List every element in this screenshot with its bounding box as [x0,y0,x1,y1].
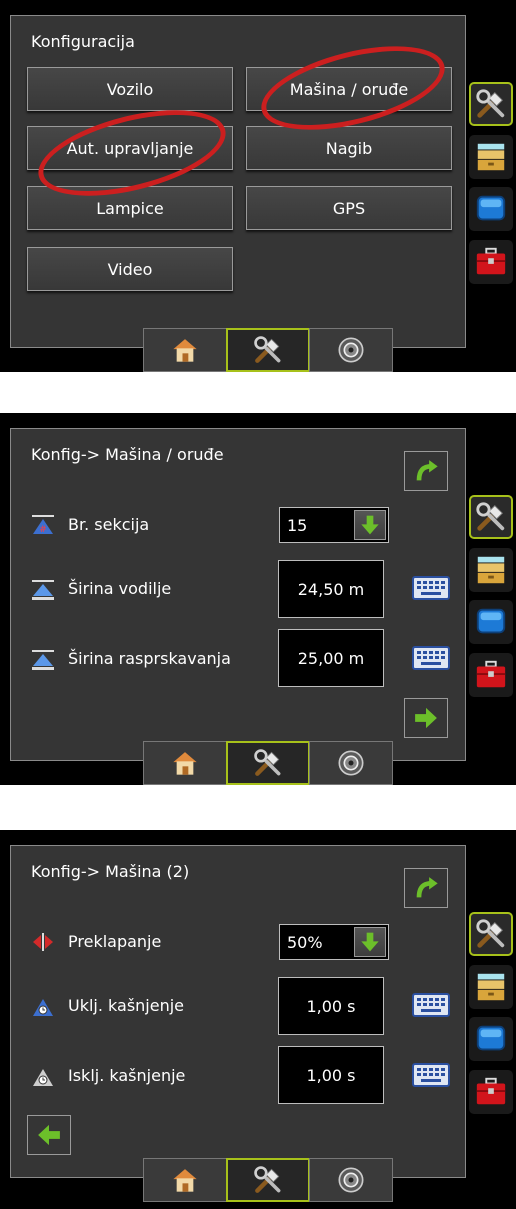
tools-icon [252,747,284,779]
sections-dropdown[interactable]: 15 [279,507,389,543]
bottom-tabs [143,1158,393,1202]
dropdown-arrow-button[interactable] [354,510,386,540]
right-sidebar [466,413,516,785]
screen-tab[interactable] [469,187,513,231]
keyboard-icon[interactable] [412,993,450,1017]
overlap-dropdown[interactable]: 50% [279,924,389,960]
guidance-tab[interactable] [309,741,393,785]
storage-icon [474,553,508,587]
setup-tab[interactable] [226,1158,310,1202]
machine-config-2-panel: Konfig-> Mašina (2) Preklapanje 50% Uklj… [10,845,466,1178]
toolbox-icon [474,245,508,279]
home-tab[interactable] [143,741,227,785]
screen-tab[interactable] [469,600,513,644]
config-screen: Konfiguracija Vozilo Mašina / oruđe Aut.… [0,0,516,372]
storage-icon [474,970,508,1004]
delay-off-icon [31,1066,55,1088]
off-delay-label: Isklj. kašnjenje [68,1066,186,1085]
screen-icon [474,192,508,226]
machine-config-screen: Konfig-> Mašina / oruđe Br. sekcija 15 Š… [0,413,516,785]
arrow-down-icon [358,930,382,954]
guidance-icon [336,748,366,778]
keyboard-icon[interactable] [412,1063,450,1087]
storage-icon [474,140,508,174]
sections-value: 15 [287,516,308,535]
overlap-icon [31,931,55,953]
guideline-width-label: Širina vodilje [68,579,172,598]
arrow-down-icon [358,513,382,537]
guidance-tab[interactable] [309,1158,393,1202]
bottom-tabs [143,741,393,785]
storage-tab[interactable] [469,548,513,592]
delay-on-icon [31,996,55,1018]
sections-label: Br. sekcija [68,515,150,534]
tools-tab[interactable] [469,495,513,539]
tools-icon [474,87,508,121]
previous-page-button[interactable] [27,1115,71,1155]
bottom-tabs [143,328,393,372]
gps-button[interactable]: GPS [246,186,452,230]
home-icon [170,748,200,778]
lights-button[interactable]: Lampice [27,186,233,230]
tilt-button[interactable]: Nagib [246,126,452,170]
home-icon [170,1165,200,1195]
storage-tab[interactable] [469,965,513,1009]
right-sidebar [466,0,516,372]
storage-tab[interactable] [469,135,513,179]
home-icon [170,335,200,365]
guidance-tab[interactable] [309,328,393,372]
spray-width-field[interactable]: 25,00 m [278,629,384,687]
video-button[interactable]: Video [27,247,233,291]
overlap-value: 50% [287,933,323,952]
on-delay-label: Uklj. kašnjenje [68,996,185,1015]
arrow-right-icon [412,704,440,732]
guideline-width-field[interactable]: 24,50 m [278,560,384,618]
sections-icon [31,514,55,536]
home-tab[interactable] [143,1158,227,1202]
toolbox-tab[interactable] [469,653,513,697]
toolbox-tab[interactable] [469,240,513,284]
on-delay-field[interactable]: 1,00 s [278,977,384,1035]
tools-icon [474,500,508,534]
arrow-left-icon [35,1121,63,1149]
tools-icon [252,334,284,366]
toolbox-tab[interactable] [469,1070,513,1114]
back-to-main-button[interactable] [404,451,448,491]
width-icon [31,579,55,601]
guidance-icon [336,1165,366,1195]
toolbox-icon [474,1075,508,1109]
curved-arrow-icon [412,874,440,902]
guidance-icon [336,335,366,365]
tools-tab[interactable] [469,82,513,126]
curved-arrow-icon [412,457,440,485]
vehicle-button[interactable]: Vozilo [27,67,233,111]
right-sidebar [466,830,516,1209]
machine-config-2-screen: Konfig-> Mašina (2) Preklapanje 50% Uklj… [0,830,516,1209]
keyboard-icon[interactable] [412,646,450,670]
tools-icon [252,1164,284,1196]
config-panel: Konfiguracija Vozilo Mašina / oruđe Aut.… [10,15,466,348]
next-page-button[interactable] [404,698,448,738]
tools-tab[interactable] [469,912,513,956]
home-tab[interactable] [143,328,227,372]
setup-tab[interactable] [226,741,310,785]
setup-tab[interactable] [226,328,310,372]
tools-icon [474,917,508,951]
back-to-main-button[interactable] [404,868,448,908]
page-title: Konfig-> Mašina / oruđe [31,445,224,464]
off-delay-field[interactable]: 1,00 s [278,1046,384,1104]
machine-config-panel: Konfig-> Mašina / oruđe Br. sekcija 15 Š… [10,428,466,761]
keyboard-icon[interactable] [412,576,450,600]
dropdown-arrow-button[interactable] [354,927,386,957]
screen-tab[interactable] [469,1017,513,1061]
toolbox-icon [474,658,508,692]
overlap-label: Preklapanje [68,932,162,951]
screen-icon [474,605,508,639]
page-title: Konfig-> Mašina (2) [31,862,190,881]
page-title: Konfiguracija [31,32,135,51]
screen-icon [474,1022,508,1056]
spray-width-label: Širina rasprskavanja [68,649,231,668]
width-icon [31,649,55,671]
